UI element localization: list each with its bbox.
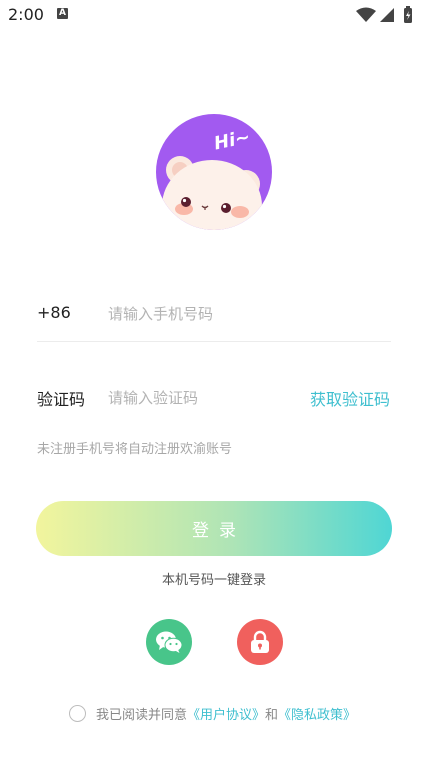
code-label: 验证码 [37, 390, 86, 409]
wechat-icon [156, 631, 183, 653]
signal-icon [380, 8, 394, 22]
agreement-row: 我已阅读并同意 《用户协议》 和 《隐私政策》 [69, 704, 356, 723]
status-icons [356, 6, 414, 28]
notification-icon: A [57, 8, 68, 19]
wechat-login-button[interactable] [146, 619, 192, 665]
agreement-checkbox[interactable] [69, 705, 86, 722]
phone-divider [37, 341, 391, 342]
register-hint: 未注册手机号将自动注册欢渝账号 [37, 442, 233, 457]
status-bar: 2:00 A [0, 0, 428, 30]
agreement-prefix: 我已阅读并同意 [96, 708, 188, 723]
get-code-button[interactable]: 获取验证码 [310, 386, 390, 410]
user-agreement-link[interactable]: 《用户协议》 [187, 704, 265, 723]
login-button[interactable]: 登录 [36, 501, 392, 556]
status-time: 2:00 [8, 5, 44, 24]
privacy-policy-link[interactable]: 《隐私政策》 [278, 704, 356, 723]
mascot-avatar [156, 114, 272, 230]
phone-input[interactable]: 请输入手机号码 [108, 303, 213, 324]
agreement-and: 和 [265, 708, 279, 723]
one-key-login-link[interactable]: 本机号码一键登录 [0, 569, 428, 588]
password-login-button[interactable] [237, 619, 283, 665]
lock-icon [251, 630, 269, 653]
wifi-icon [356, 7, 376, 22]
country-code[interactable]: +86 [37, 303, 71, 322]
code-input[interactable]: 请输入验证码 [108, 387, 198, 408]
login-button-label: 登录 [192, 521, 246, 541]
